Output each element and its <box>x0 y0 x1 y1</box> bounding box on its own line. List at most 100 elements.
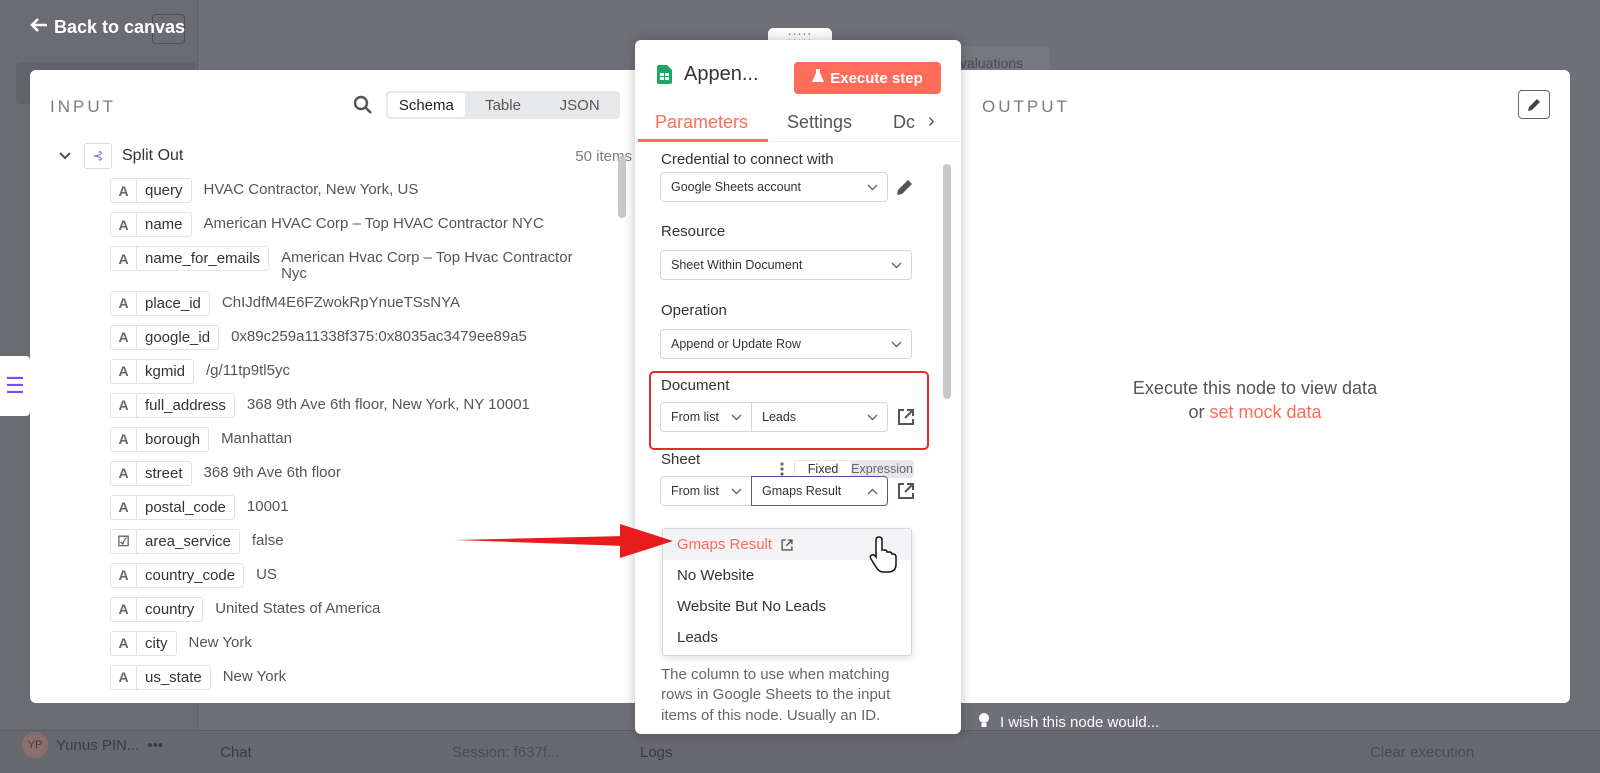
field-value: 10001 <box>246 497 289 515</box>
sheet-select[interactable]: Gmaps Result <box>751 476 888 506</box>
execute-step-button[interactable]: Execute step <box>794 62 941 94</box>
string-type-icon: A <box>111 665 137 689</box>
field-chip[interactable]: Apostal_code <box>110 494 235 520</box>
string-type-icon: A <box>111 359 137 383</box>
field-name: postal_code <box>145 498 226 516</box>
external-link-icon[interactable] <box>780 538 794 552</box>
field-chip[interactable]: Astreet <box>110 460 192 486</box>
avatar: YP <box>22 732 48 758</box>
field-name: query <box>145 182 183 199</box>
list-item[interactable]: Afull_address 368 9th Ave 6th floor, New … <box>110 392 630 418</box>
input-scrollbar[interactable] <box>618 144 626 689</box>
edit-output-button[interactable] <box>1518 90 1550 119</box>
list-item[interactable]: Akgmid/g/11tp9tl5yc <box>110 358 630 384</box>
list-item[interactable]: Aquery HVAC Contractor, New York, US <box>110 178 630 203</box>
field-chip[interactable]: Aname <box>110 212 192 237</box>
field-name: borough <box>145 430 201 448</box>
list-item[interactable]: Apostal_code 10001 <box>110 494 630 520</box>
resource-label: Resource <box>661 223 726 240</box>
chevron-right-icon[interactable]: › <box>928 110 935 133</box>
option-label: Gmaps Result <box>677 536 773 553</box>
field-chip[interactable]: Aborough <box>110 426 210 452</box>
field-chip[interactable]: Acountry_code <box>110 562 245 588</box>
field-name: name_for_emails <box>145 250 261 267</box>
operation-label: Operation <box>661 302 727 319</box>
input-view-tabs: Schema Table JSON <box>386 91 620 119</box>
field-chip[interactable]: Acity <box>110 630 177 656</box>
list-item[interactable]: Astreet 368 9th Ave 6th floor <box>110 460 630 486</box>
list-item[interactable]: Aborough Manhattan <box>110 426 630 452</box>
field-value: New York <box>222 667 287 685</box>
list-item[interactable]: Acity New York <box>110 630 630 656</box>
sheet-mode-select[interactable]: From list <box>660 476 752 506</box>
background-evaluations-tab: valuations <box>950 46 1050 72</box>
list-item[interactable]: Acountry_code US <box>110 562 630 588</box>
credential-select[interactable]: Google Sheets account <box>660 172 888 202</box>
list-item[interactable]: Acountry United States of America <box>110 596 630 622</box>
parameters-scrollbar[interactable] <box>943 152 951 727</box>
list-item[interactable]: Aname American HVAC Corp – Top HVAC Contr… <box>110 212 630 237</box>
list-item[interactable]: Aname_for_emails American Hvac Corp – Top… <box>110 246 630 282</box>
tab-schema[interactable]: Schema <box>388 93 465 117</box>
sheet-option-leads[interactable]: Leads <box>663 622 911 653</box>
external-link-icon[interactable] <box>896 481 916 501</box>
search-icon[interactable] <box>350 92 376 118</box>
operation-select[interactable]: Append or Update Row <box>660 329 912 359</box>
expression-option[interactable]: Expression <box>851 461 913 477</box>
node-title[interactable]: Appen... <box>684 63 759 86</box>
chevron-up-icon <box>867 488 878 495</box>
resource-value: Sheet Within Document <box>671 258 803 272</box>
tab-parameters[interactable]: Parameters <box>655 112 748 133</box>
field-chip[interactable]: ☑ area_service <box>110 528 240 554</box>
pencil-icon[interactable] <box>895 177 915 197</box>
external-link-icon[interactable] <box>896 407 916 427</box>
input-node-row[interactable]: ⊰ Split Out 50 items <box>58 143 632 169</box>
sheet-label: Sheet <box>661 451 701 468</box>
arrow-left-icon <box>30 17 48 38</box>
node-creator-tab[interactable]: ☰ <box>0 356 30 416</box>
field-chip[interactable]: Agoogle_id <box>110 324 220 350</box>
field-value: New York <box>188 633 252 651</box>
option-label: No Website <box>677 567 755 584</box>
field-chip[interactable]: Akgmid <box>110 358 195 384</box>
list-item[interactable]: Agoogle_id 0x89c259a11338f375:0x8035ac347… <box>110 324 630 350</box>
sheet-option-website-but-no-leads[interactable]: Website But No Leads <box>663 591 911 622</box>
tab-settings[interactable]: Settings <box>787 112 852 133</box>
feedback-link[interactable]: I wish this node would... <box>978 712 1159 732</box>
field-name: place_id <box>145 294 201 312</box>
list-item[interactable]: Aplace_id ChIJdfM4E6FZwokRpYnueTSsNYA <box>110 290 630 316</box>
field-chip[interactable]: Afull_address <box>110 392 235 418</box>
field-chip[interactable]: Acountry <box>110 596 204 622</box>
fixed-option[interactable]: Fixed <box>795 461 852 477</box>
tab-json[interactable]: JSON <box>541 93 618 117</box>
chat-label: Chat <box>220 744 252 761</box>
back-to-canvas-link[interactable]: Back to canvas <box>30 17 185 38</box>
google-sheets-icon <box>657 65 672 84</box>
feedback-label: I wish this node would... <box>1000 713 1160 731</box>
scrollbar-thumb[interactable] <box>943 164 951 399</box>
options-dots-icon[interactable] <box>779 461 785 477</box>
chevron-down-icon <box>867 414 878 421</box>
tab-docs[interactable]: Dc <box>893 112 915 133</box>
node-tabs: Parameters Settings Dc › <box>635 104 961 142</box>
scrollbar-thumb[interactable] <box>618 156 626 218</box>
active-tab-indicator <box>638 139 768 142</box>
field-value: American Hvac Corp – Top Hvac Contractor… <box>281 249 573 282</box>
field-chip[interactable]: Aname_for_emails <box>110 246 270 271</box>
document-mode-select[interactable]: From list <box>660 402 752 432</box>
string-type-icon: A <box>111 597 137 621</box>
field-chip[interactable]: Aplace_id <box>110 290 210 316</box>
field-value: ChIJdfM4E6FZwokRpYnueTSsNYA <box>221 293 461 311</box>
field-chip[interactable]: Aquery <box>110 178 192 203</box>
field-chip[interactable]: Aus_state <box>110 664 211 690</box>
resource-select[interactable]: Sheet Within Document <box>660 250 912 280</box>
tab-table[interactable]: Table <box>465 93 542 117</box>
document-label: Document <box>661 377 730 394</box>
set-mock-data-link[interactable]: set mock data <box>1209 402 1321 422</box>
execute-step-label: Execute step <box>830 69 923 87</box>
list-item[interactable]: Aus_state New York <box>110 664 630 690</box>
document-select[interactable]: Leads <box>751 402 888 432</box>
option-label: Leads <box>677 629 718 646</box>
document-value: Leads <box>762 410 797 424</box>
field-value: 368 9th Ave 6th floor <box>203 463 341 481</box>
